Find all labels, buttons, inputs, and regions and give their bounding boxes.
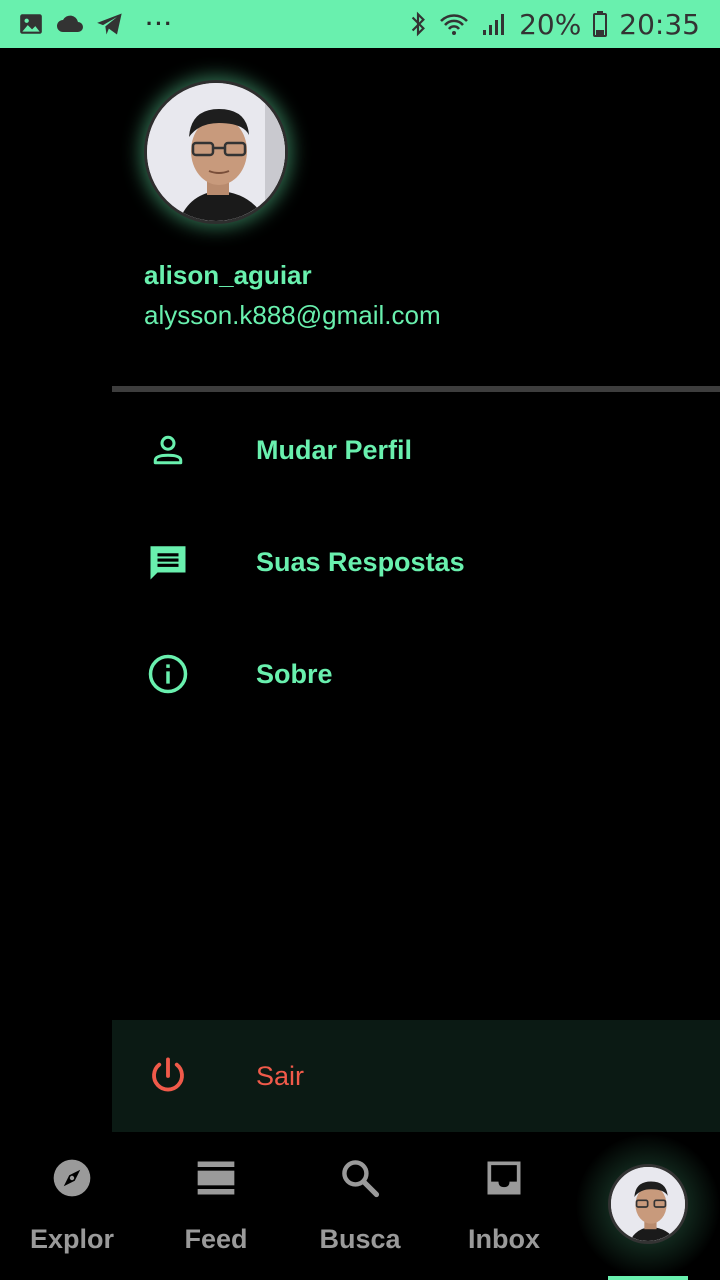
gallery-icon: [18, 11, 44, 37]
status-bar-left: ···: [18, 11, 174, 37]
signal-icon: [481, 12, 507, 36]
nav-explore[interactable]: Explor: [0, 1132, 144, 1280]
menu-item-sobre[interactable]: Sobre: [112, 618, 720, 730]
menu-item-suas-respostas[interactable]: Suas Respostas: [112, 506, 720, 618]
nav-feed[interactable]: Feed: [144, 1132, 288, 1280]
avatar: [608, 1164, 688, 1244]
active-tab-indicator: [608, 1276, 688, 1280]
profile-avatar[interactable]: [144, 80, 288, 224]
status-bar: ··· 20% 20:35: [0, 0, 720, 48]
inbox-icon: [482, 1156, 526, 1200]
battery-percent: 20%: [519, 7, 582, 41]
bottom-navigation: Explor Feed Busca Inbox: [0, 1132, 720, 1280]
clock: 20:35: [619, 7, 700, 41]
menu-label-mudar-perfil: Mudar Perfil: [256, 434, 413, 465]
profile-username: alison_aguiar: [144, 260, 312, 290]
menu-label-suas-respostas: Suas Respostas: [256, 546, 465, 577]
telegram-icon: [96, 12, 124, 36]
info-icon: [146, 654, 190, 694]
menu-label-sobre: Sobre: [256, 658, 333, 689]
wifi-icon: [439, 12, 469, 36]
cloud-icon: [56, 13, 84, 35]
menu-item-mudar-perfil[interactable]: Mudar Perfil: [112, 394, 720, 506]
nav-inbox[interactable]: Inbox: [432, 1132, 576, 1280]
more-icon: ···: [146, 11, 174, 36]
navigation-drawer: alison_aguiar alysson.k888@gmail.com Mud…: [112, 48, 720, 1132]
nav-label-feed: Feed: [184, 1224, 248, 1254]
profile-email: alysson.k888@gmail.com: [144, 300, 441, 330]
drawer-divider: [112, 386, 720, 392]
nav-profile[interactable]: [576, 1132, 720, 1280]
logout-label: Sair: [256, 1060, 305, 1091]
message-icon: [146, 542, 190, 582]
bluetooth-icon: [409, 11, 427, 37]
nav-label-inbox: Inbox: [468, 1224, 540, 1254]
battery-icon: [593, 11, 608, 37]
compass-icon: [50, 1156, 94, 1200]
nav-label-explore: Explor: [29, 1224, 115, 1254]
person-icon: [146, 430, 190, 470]
logout-button[interactable]: Sair: [112, 1020, 720, 1132]
nav-label-search: Busca: [319, 1224, 401, 1254]
search-icon: [338, 1156, 382, 1200]
power-icon: [146, 1056, 190, 1096]
status-bar-right: 20% 20:35: [409, 8, 700, 41]
nav-search[interactable]: Busca: [288, 1132, 432, 1280]
feed-icon: [194, 1156, 238, 1200]
